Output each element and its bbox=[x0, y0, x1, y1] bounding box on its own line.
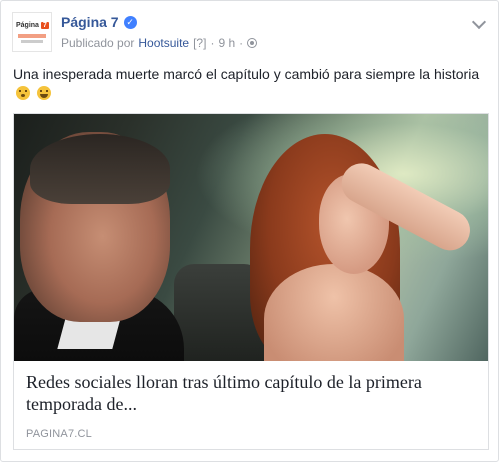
post-text: Una inesperada muerte marcó el capítulo … bbox=[13, 65, 484, 103]
page-name-link[interactable]: Página 7 bbox=[61, 14, 119, 30]
avatar-logo-stripe bbox=[18, 34, 46, 38]
sad-face-icon bbox=[16, 86, 30, 100]
avatar-logo: Página 7 bbox=[16, 19, 49, 31]
link-preview-title[interactable]: Redes sociales lloran tras último capítu… bbox=[26, 371, 476, 415]
post-timestamp[interactable]: 9 h bbox=[218, 36, 235, 50]
post-card: Página 7 Página 7 ✓ Publicado por Hootsu… bbox=[0, 0, 499, 462]
help-marker[interactable]: [?] bbox=[193, 36, 206, 50]
meta-separator: · bbox=[239, 36, 244, 50]
globe-icon[interactable] bbox=[247, 38, 258, 48]
link-preview[interactable]: Redes sociales lloran tras último capítu… bbox=[13, 113, 489, 450]
published-by-app-link[interactable]: Hootsuite bbox=[138, 36, 189, 50]
verified-check-icon: ✓ bbox=[123, 15, 137, 29]
page-avatar[interactable]: Página 7 bbox=[12, 12, 52, 52]
photo-man-head bbox=[20, 132, 170, 322]
link-preview-image[interactable] bbox=[14, 114, 488, 361]
avatar-logo-stripe-secondary bbox=[21, 40, 43, 43]
chevron-down-icon[interactable] bbox=[471, 14, 487, 30]
post-meta: Publicado por Hootsuite [?] · 9 h · bbox=[61, 36, 258, 50]
photo-man-hair bbox=[30, 134, 170, 204]
published-by-label: Publicado por bbox=[61, 36, 135, 50]
page-name-row: Página 7 ✓ bbox=[61, 14, 137, 30]
avatar-logo-badge: 7 bbox=[40, 21, 49, 29]
crying-face-icon bbox=[36, 86, 51, 100]
meta-separator: · bbox=[210, 36, 215, 50]
link-preview-domain: PAGINA7.CL bbox=[26, 428, 92, 440]
post-text-content: Una inesperada muerte marcó el capítulo … bbox=[13, 66, 480, 82]
avatar-logo-text: Página bbox=[16, 21, 39, 29]
